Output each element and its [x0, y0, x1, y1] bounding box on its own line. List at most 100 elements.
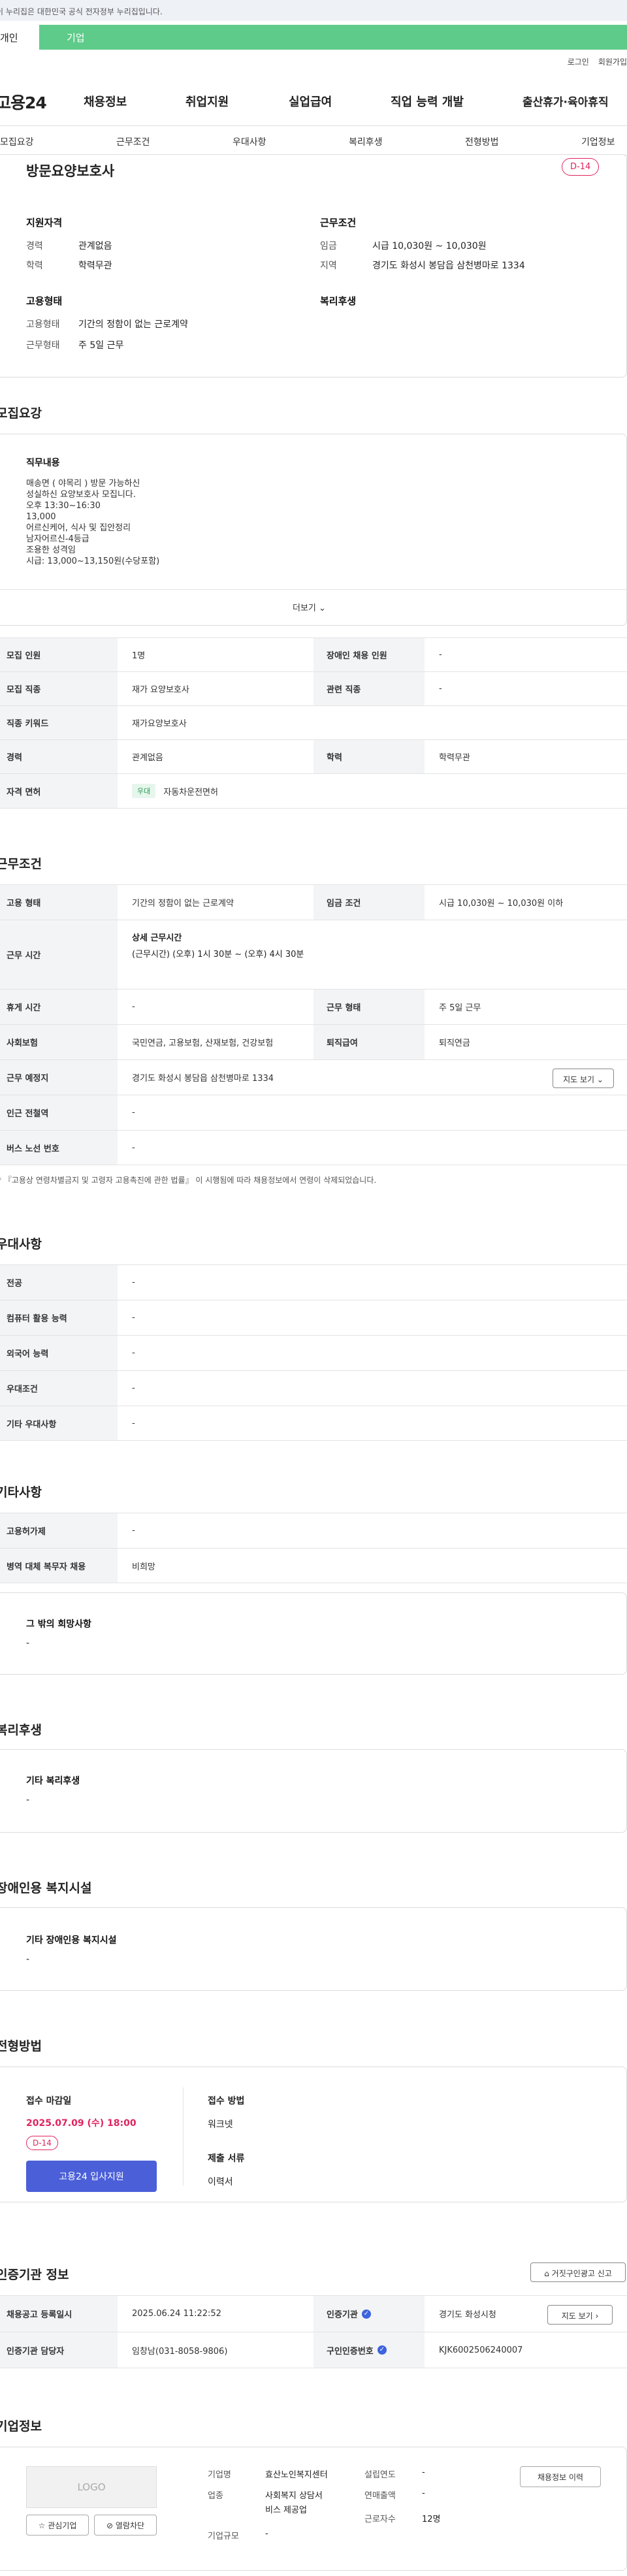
- company-sales-value: -: [422, 2488, 425, 2498]
- company-biz-value-1: 사회복지 상담서: [265, 2491, 323, 2501]
- other-wish-value: -: [26, 1638, 30, 1649]
- home-icon: ⌂: [544, 2269, 549, 2278]
- block-company-button[interactable]: ⊘ 열람차단: [94, 2515, 157, 2536]
- table-row: 인근 전철역 -: [0, 1095, 627, 1130]
- favorite-label: 관심기업: [48, 2521, 77, 2530]
- apply-button[interactable]: 고용24 입사지원: [26, 2161, 157, 2192]
- table-row: 우대조건 -: [0, 1370, 627, 1406]
- site-logo[interactable]: 고용24: [0, 90, 47, 114]
- subnav-welfare[interactable]: 복리후생: [349, 135, 383, 148]
- hiring-history-button[interactable]: 채용정보 이력: [520, 2466, 601, 2487]
- cell-label: 전공: [0, 1265, 118, 1300]
- cell-label: 인증기관 ✓: [314, 2296, 425, 2332]
- table-row: 인증기관 담당자 임창남(031-8058-9806) 구인인증번호 ✓ KJK6…: [0, 2332, 627, 2368]
- method-label: 접수 방법: [208, 2096, 245, 2106]
- subnav-recruit[interactable]: 모집요강: [0, 135, 34, 148]
- cell-value: -: [132, 1313, 135, 1323]
- cell-label: 버스 노선 번호: [0, 1131, 118, 1165]
- report-button[interactable]: ⌂ 거짓구인광고 신고: [530, 2262, 626, 2282]
- screening-dday-badge: D-14: [26, 2136, 58, 2150]
- tab-corp[interactable]: 기업: [39, 25, 627, 50]
- table-row: 고용허가제 -: [0, 1513, 627, 1548]
- company-section-title: 기업정보: [0, 2419, 42, 2434]
- more-divider: [0, 589, 627, 590]
- work-wage-value: 시급 10,030원 ~ 10,030원: [372, 241, 487, 251]
- more-button[interactable]: 더보기 ⌄: [293, 601, 326, 613]
- welfare-section-title: 복리후생: [0, 1723, 42, 1737]
- cell-label: 관련 직종: [314, 672, 425, 705]
- chevron-down-icon: ⌄: [596, 1075, 603, 1084]
- tab-personal[interactable]: 개인: [0, 25, 39, 50]
- company-size-label: 기업규모: [208, 2532, 239, 2541]
- agency-map-button[interactable]: 지도 보기 ›: [547, 2305, 613, 2325]
- cell-value: 퇴직연금: [439, 1038, 470, 1048]
- company-biz-label: 업종: [208, 2491, 223, 2501]
- emp-shift-label: 근무형태: [26, 340, 60, 351]
- cell-value: -: [132, 1278, 135, 1287]
- table-row: 직종 키워드 재가요양보호사: [0, 705, 627, 739]
- cell-label: 채용공고 등록일시: [0, 2296, 118, 2332]
- qual-edu-label: 학력: [26, 261, 43, 271]
- subnav-condition[interactable]: 근무조건: [116, 135, 150, 148]
- cell-value: KJK6002506240007: [439, 2345, 523, 2355]
- cell-label: 근무 형태: [314, 990, 425, 1024]
- emp-type-label: 고용형태: [26, 319, 60, 330]
- cell-value: 경기도 화성시청: [439, 2310, 496, 2320]
- more-label: 더보기: [293, 604, 316, 613]
- table-row: 자격 면허 우대 자동차운전면허: [0, 773, 627, 809]
- docs-value: 이력서: [208, 2177, 233, 2187]
- duty-heading: 직무내용: [26, 458, 60, 468]
- cell-value: 경기도 화성시 봉담읍 삼천병마로 1334: [132, 1074, 274, 1084]
- job-title: 방문요양보호사: [26, 163, 115, 179]
- cell-value: 관계없음: [132, 753, 163, 763]
- cell-label: 우대조건: [0, 1371, 118, 1406]
- gnb-parental-leave[interactable]: 출산휴가·육아휴직: [522, 93, 609, 109]
- cell-label: 인근 전철역: [0, 1095, 118, 1130]
- cell-label: 자격 면허: [0, 774, 118, 808]
- table-row: 채용공고 등록일시 2025.06.24 11:22:52 인증기관 ✓ 경기도 …: [0, 2295, 627, 2332]
- work-region-value: 경기도 화성시 봉담읍 삼천병마로 1334: [372, 261, 525, 271]
- cell-value: 기간의 정함이 없는 근로계약: [132, 899, 234, 909]
- block-label: 열람차단: [115, 2521, 145, 2530]
- cert-label-text: 구인인증번호: [327, 2346, 374, 2357]
- verified-icon: ✓: [377, 2345, 387, 2355]
- join-link[interactable]: 회원가입: [598, 57, 627, 67]
- company-sales-label: 연매출액: [364, 2491, 396, 2501]
- subnav-company[interactable]: 기업정보: [581, 135, 615, 148]
- screening-divider: [183, 2087, 184, 2185]
- gnb-employment-support[interactable]: 취업지원: [185, 93, 229, 110]
- map-button[interactable]: 지도 보기 ⌄: [553, 1069, 614, 1088]
- favorite-company-button[interactable]: ☆ 관심기업: [26, 2515, 89, 2536]
- table-row: 모집 직종 재가 요양보호사 관련 직종 -: [0, 671, 627, 705]
- cell-value: 2025.06.24 11:22:52: [132, 2309, 221, 2319]
- agency-map-label: 지도 보기: [561, 2311, 593, 2321]
- verified-icon: ✓: [361, 2309, 371, 2319]
- cell-value: -: [132, 1002, 135, 1012]
- login-link[interactable]: 로그인: [568, 57, 589, 67]
- duty-line: 오후 13:30~16:30: [26, 501, 101, 511]
- qual-heading: 지원자격: [26, 217, 63, 229]
- company-year-label: 설립연도: [364, 2470, 396, 2480]
- duty-line: 성실하신 요양보호사 모집니다.: [26, 490, 136, 500]
- gnb-unemployment-benefit[interactable]: 실업급여: [289, 93, 332, 110]
- disabled-section-title: 장애인용 복지시설: [0, 1881, 92, 1895]
- emp-heading: 고용형태: [26, 295, 63, 307]
- welfare-sub-heading: 기타 복리후생: [26, 1776, 80, 1786]
- work-hours-detail: 상세 근무시간 (근무시간) (오후) 1시 30분 ~ (오후) 4시 30분: [132, 931, 304, 959]
- company-card: [0, 2447, 627, 2571]
- gnb-job-info[interactable]: 채용정보: [84, 93, 127, 110]
- duty-line: 어르신케어, 식사 및 집안정리: [26, 523, 131, 533]
- table-row: 사회보험 국민연금, 고용보험, 산재보험, 건강보험 퇴직급여 퇴직연금: [0, 1024, 627, 1059]
- cell-value: -: [132, 1383, 135, 1393]
- qual-career-value: 관계없음: [78, 241, 112, 251]
- qual-edu-value: 학력무관: [78, 261, 112, 271]
- subnav-screening[interactable]: 전형방법: [465, 135, 499, 148]
- subnav-preference[interactable]: 우대사항: [233, 135, 266, 148]
- welfare-heading: 복리후생: [320, 295, 357, 307]
- work-heading: 근무조건: [320, 217, 357, 229]
- gnb-vocational-training[interactable]: 직업 능력 개발: [391, 93, 464, 110]
- disabled-value: -: [26, 1954, 30, 1965]
- cell-label: 퇴직급여: [314, 1025, 425, 1059]
- cell-label: 인증기관 담당자: [0, 2332, 118, 2368]
- screening-section-title: 전형방법: [0, 2039, 42, 2053]
